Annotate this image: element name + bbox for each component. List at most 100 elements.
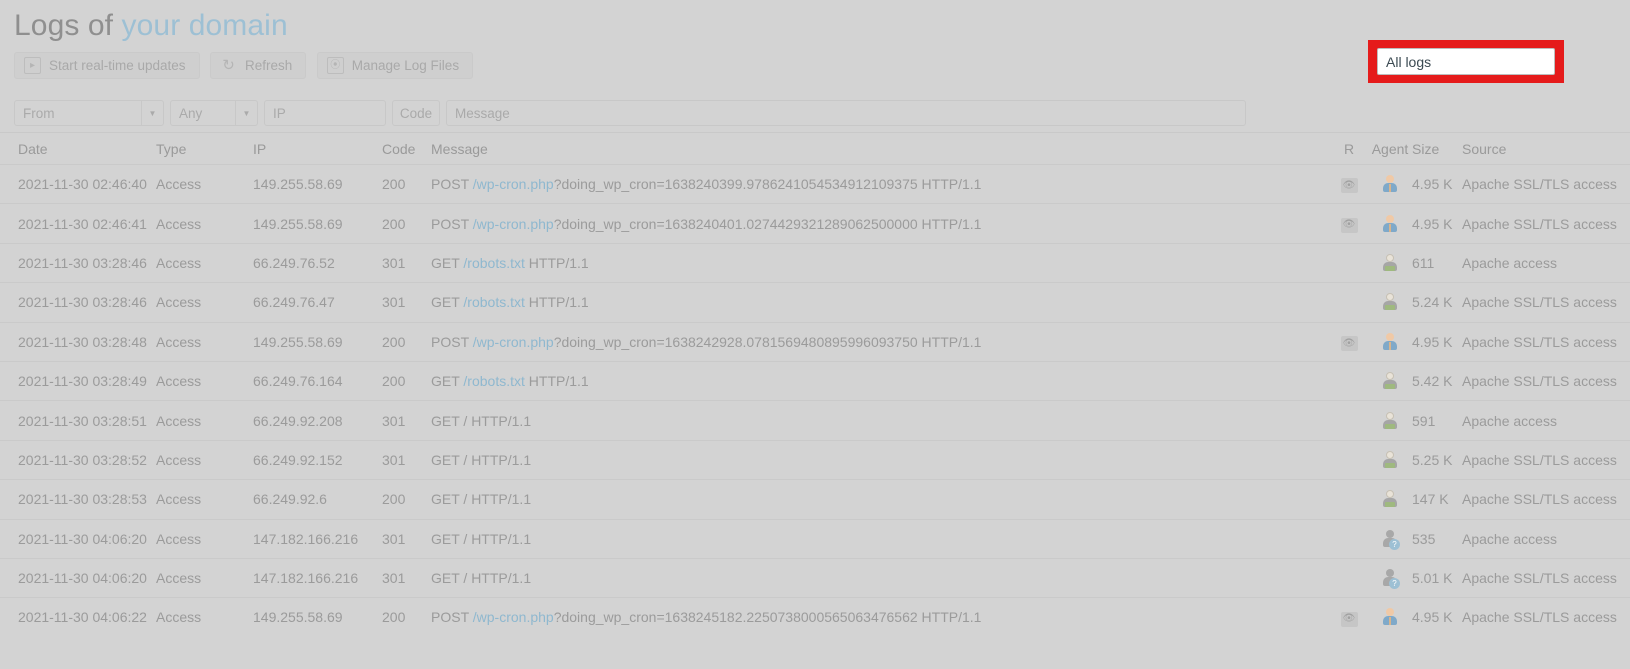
refresh-button[interactable]: ↻ Refresh [210, 52, 307, 79]
cell-size: 4.95 K [1412, 215, 1453, 232]
message-method: GET / HTTP/1.1 [431, 530, 532, 547]
message-filter-input[interactable]: Message [446, 100, 1246, 126]
cell-agent [1368, 568, 1412, 590]
column-header-agent[interactable]: Agent [1368, 141, 1412, 157]
cell-agent [1368, 411, 1412, 431]
eye-icon[interactable]: 👁 [1340, 336, 1358, 351]
start-realtime-updates-label: Start real-time updates [49, 58, 186, 73]
cell-type: Access [156, 491, 202, 508]
eye-icon[interactable]: 👁 [1340, 178, 1358, 194]
message-path-link[interactable]: /wp-cron.php [473, 334, 554, 350]
table-row[interactable]: 2021-11-30 04:06:20 Access 147.182.166.216… [0, 518, 1630, 558]
manage-log-files-button[interactable]: ⦿ Manage Log Files [316, 52, 474, 79]
message-path-link[interactable]: /wp-cron.php [473, 609, 554, 625]
cell-ip: 147.182.166.216 [253, 530, 359, 547]
message-path-link[interactable]: /wp-cron.php [473, 216, 554, 232]
cell-code: 301 [382, 451, 406, 468]
column-header-r[interactable]: R [1330, 141, 1368, 157]
type-filter[interactable]: Any ▼ [170, 100, 258, 126]
cell-size: 5.25 K [1412, 451, 1453, 468]
cell-source: Apache SSL/TLS access [1462, 333, 1617, 350]
cell-date: 2021-11-30 03:28:46 [18, 294, 147, 311]
cell-source: Apache SSL/TLS access [1462, 176, 1617, 193]
table-row[interactable]: 2021-11-30 02:46:41 Access 149.255.58.69 20… [0, 203, 1630, 242]
table-row[interactable]: 2021-11-30 03:28:46 Access 66.249.76.47 301… [0, 282, 1630, 321]
column-header-code[interactable]: Code [382, 141, 431, 157]
column-header-type[interactable]: Type [156, 141, 253, 157]
message-method: GET [431, 254, 464, 271]
ip-filter-input[interactable]: IP [264, 100, 386, 126]
table-row[interactable]: 2021-11-30 03:28:49 Access 66.249.76.164 20… [0, 360, 1630, 400]
message-method: GET / HTTP/1.1 [431, 491, 532, 508]
cell-size: 535 [1412, 530, 1436, 547]
bot-agent-icon [1381, 411, 1399, 431]
cell-ip: 149.255.58.69 [253, 215, 343, 232]
cell-code: 301 [382, 254, 406, 271]
message-method: GET / HTTP/1.1 [431, 412, 532, 429]
start-realtime-updates-button[interactable]: ▸ Start real-time updates [14, 52, 200, 79]
refresh-label: Refresh [245, 58, 293, 73]
table-row[interactable]: 2021-11-30 04:06:20 Access 147.182.166.216… [0, 557, 1630, 597]
cell-code: 200 [382, 491, 406, 508]
cell-message: POST /wp-cron.php?doing_wp_cron=16382403… [431, 176, 1330, 192]
chevron-down-icon[interactable]: ▼ [141, 101, 163, 125]
cell-r: 👁 [1330, 333, 1368, 351]
cell-size: 147 K [1412, 491, 1449, 508]
message-query: HTTP/1.1 [524, 294, 589, 311]
table-row[interactable]: 2021-11-30 03:28:46 Access 66.249.76.52 301… [0, 242, 1630, 282]
log-select[interactable]: All logs [1377, 48, 1555, 75]
table-row[interactable]: 2021-11-30 03:28:53 Access 66.249.92.6 200 G… [0, 479, 1630, 518]
bot-agent-icon [1381, 292, 1399, 312]
cell-type: Access [156, 412, 202, 429]
ip-filter-placeholder: IP [273, 105, 286, 121]
column-header-date[interactable]: Date [0, 141, 156, 157]
message-path-link[interactable]: /robots.txt [463, 294, 524, 310]
cell-message: GET / HTTP/1.1 [431, 452, 1330, 468]
chevron-down-icon[interactable]: ▼ [235, 101, 257, 125]
cell-ip: 147.182.166.216 [253, 570, 359, 587]
page-title-domain: your domain [121, 9, 288, 42]
cell-date: 2021-11-30 03:28:48 [18, 333, 147, 350]
column-header-message[interactable]: Message [431, 141, 1330, 157]
message-path-link[interactable]: /robots.txt [463, 373, 524, 389]
cell-code: 200 [382, 333, 406, 350]
toolbar: ▸ Start real-time updates ↻ Refresh ⦿ Ma… [0, 40, 1630, 94]
message-path-link[interactable]: /robots.txt [463, 255, 524, 271]
cell-message: GET /robots.txt HTTP/1.1 [431, 255, 1330, 271]
code-filter-input[interactable]: Code [392, 100, 440, 126]
message-path-link[interactable]: /wp-cron.php [473, 176, 554, 192]
cell-code: 200 [382, 609, 406, 626]
cell-agent [1368, 529, 1412, 550]
column-header-size[interactable]: Size [1412, 141, 1458, 157]
table-row[interactable]: 2021-11-30 03:28:48 Access 149.255.58.69 20… [0, 321, 1630, 361]
manage-log-files-label: Manage Log Files [351, 58, 460, 73]
cell-source: Apache SSL/TLS access [1462, 373, 1617, 390]
table-header-row: Date Type IP Code Message R Agent Size S… [0, 132, 1630, 164]
message-filter-placeholder: Message [455, 105, 510, 121]
cell-type: Access [156, 333, 202, 350]
cell-type: Access [156, 530, 202, 547]
eye-icon[interactable]: 👁 [1340, 217, 1358, 233]
column-header-source[interactable]: Source [1458, 141, 1630, 157]
message-query: ?doing_wp_cron=1638240399.97862410545349… [553, 176, 982, 193]
human-agent-icon [1381, 214, 1399, 234]
cell-code: 200 [382, 176, 406, 193]
cell-source: Apache access [1462, 412, 1557, 429]
cell-r: 👁 [1330, 608, 1368, 627]
message-method: GET [431, 294, 464, 311]
eye-icon[interactable]: 👁 [1340, 611, 1358, 627]
cell-size: 4.95 K [1412, 609, 1453, 626]
cell-message: POST /wp-cron.php?doing_wp_cron=16382451… [431, 609, 1330, 625]
table-row[interactable]: 2021-11-30 03:28:52 Access 66.249.92.152 30… [0, 439, 1630, 479]
cell-message: GET / HTTP/1.1 [431, 413, 1330, 429]
table-row[interactable]: 2021-11-30 04:06:22 Access 149.255.58.69 20… [0, 597, 1630, 636]
cell-size: 5.24 K [1412, 294, 1453, 311]
date-from-filter[interactable]: From ▼ [14, 100, 164, 126]
table-row[interactable]: 2021-11-30 03:28:51 Access 66.249.92.208 30… [0, 400, 1630, 439]
cell-size: 5.42 K [1412, 373, 1453, 390]
table-row[interactable]: 2021-11-30 02:46:40 Access 149.255.58.69 20… [0, 164, 1630, 203]
type-filter-value: Any [179, 105, 203, 121]
human-agent-icon [1381, 607, 1399, 627]
column-header-ip[interactable]: IP [253, 141, 382, 157]
cell-agent [1368, 332, 1412, 352]
